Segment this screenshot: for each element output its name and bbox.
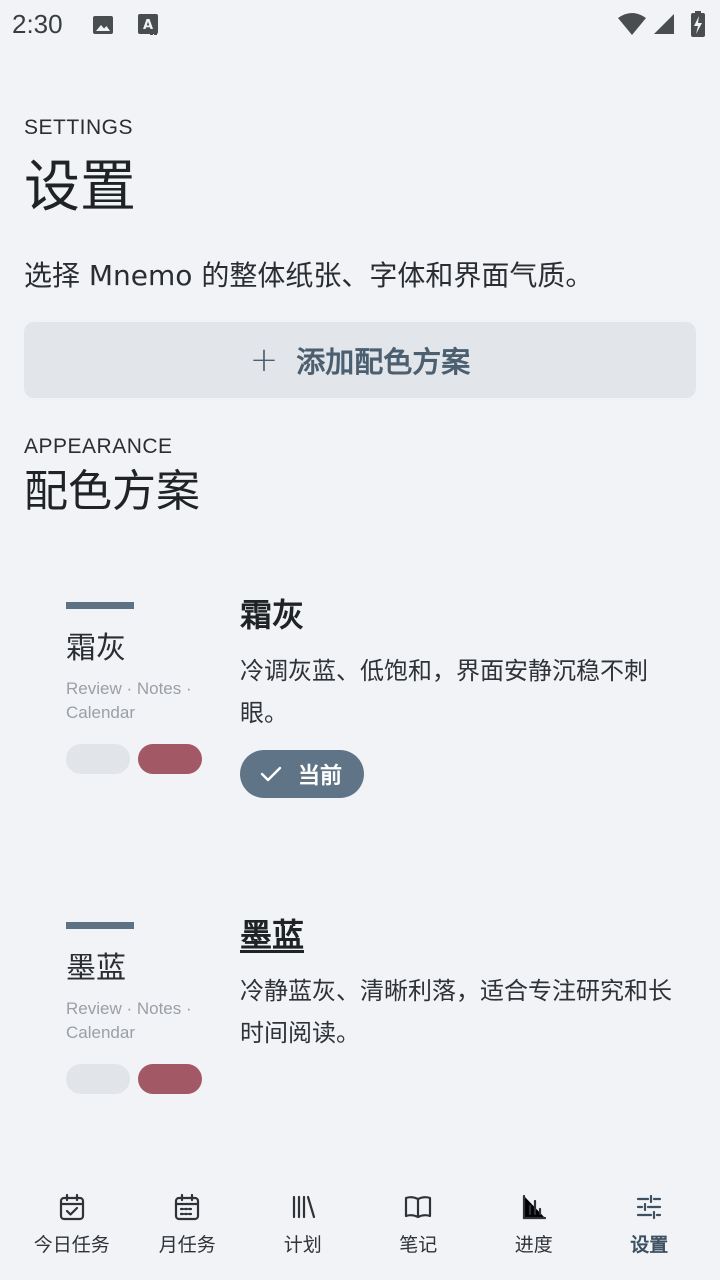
preview-name: 霜灰	[66, 631, 126, 666]
wifi-icon	[618, 13, 646, 35]
theme-card-frost-gray[interactable]: 霜灰 Review · Notes · Calendar 霜灰 冷调灰蓝、低饱和…	[0, 596, 720, 862]
text-a-icon: A	[138, 14, 158, 35]
preview-name: 墨蓝	[66, 951, 126, 986]
plus-icon: +	[249, 340, 279, 380]
bar-chart-icon	[522, 1194, 546, 1220]
preview-pills	[66, 1064, 202, 1094]
preview-pill-accent	[138, 1064, 202, 1094]
theme-description: 冷静蓝灰、清晰利落，适合专注研究和长时间阅读。	[240, 977, 672, 1047]
sliders-icon	[637, 1194, 662, 1220]
status-bar: 2:30 A	[0, 0, 720, 50]
nav-item-progress[interactable]: 进度	[476, 1180, 592, 1280]
add-color-scheme-button[interactable]: + 添加配色方案	[24, 322, 696, 398]
nav-label: 笔记	[399, 1234, 438, 1256]
theme-info: 霜灰 冷调灰蓝、低饱和，界面安静沉稳不刺眼。	[240, 596, 690, 734]
nav-label: 进度	[514, 1234, 553, 1256]
nav-item-settings[interactable]: 设置	[592, 1180, 708, 1280]
bottom-nav: 今日任务 月任务 计划 笔记 进度 设置	[0, 1180, 720, 1280]
section-title: 配色方案	[24, 466, 200, 517]
current-label: 当前	[298, 764, 343, 789]
library-icon	[292, 1195, 315, 1219]
battery-charging-icon	[691, 11, 705, 37]
nav-item-month-tasks[interactable]: 月任务	[130, 1180, 246, 1280]
add-color-scheme-label: 添加配色方案	[296, 345, 471, 379]
svg-text:A: A	[143, 18, 153, 33]
theme-name: 霜灰	[240, 596, 305, 634]
preview-pill-accent	[138, 744, 202, 774]
preview-tags: Review · Notes · Calendar	[66, 999, 192, 1042]
book-open-icon	[405, 1196, 432, 1219]
preview-accent-bar	[66, 602, 134, 609]
page-title: 设置	[24, 155, 136, 220]
theme-preview: 墨蓝 Review · Notes · Calendar	[66, 922, 216, 1045]
calendar-month-icon	[175, 1193, 200, 1221]
image-icon	[93, 16, 113, 34]
theme-name: 墨蓝	[240, 916, 305, 954]
nav-label: 今日任务	[33, 1234, 110, 1256]
nav-label: 计划	[283, 1234, 322, 1256]
settings-eyebrow: SETTINGS	[24, 116, 134, 139]
page-subtitle: 选择 Mnemo 的整体纸张、字体和界面气质。	[24, 259, 594, 292]
theme-info: 墨蓝 冷静蓝灰、清晰利落，适合专注研究和长时间阅读。	[240, 916, 690, 1054]
nav-item-today-tasks[interactable]: 今日任务	[14, 1180, 130, 1280]
preview-accent-bar	[66, 922, 134, 929]
theme-preview: 霜灰 Review · Notes · Calendar	[66, 602, 216, 725]
preview-tags: Review · Notes · Calendar	[66, 679, 192, 722]
nav-item-notes[interactable]: 笔记	[361, 1180, 477, 1280]
appearance-eyebrow: APPEARANCE	[24, 435, 173, 458]
preview-pills	[66, 744, 202, 774]
nav-item-plan[interactable]: 计划	[245, 1180, 361, 1280]
signal-icon	[654, 14, 674, 34]
check-icon	[260, 766, 282, 782]
preview-pill-light	[66, 744, 130, 774]
theme-card-ink-blue[interactable]: 墨蓝 Review · Notes · Calendar 墨蓝 冷静蓝灰、清晰利…	[0, 916, 720, 1182]
nav-label: 月任务	[158, 1234, 216, 1256]
calendar-check-icon	[59, 1193, 84, 1221]
nav-label: 设置	[630, 1234, 669, 1256]
status-time: 2:30	[12, 9, 63, 39]
preview-pill-light	[66, 1064, 130, 1094]
theme-description: 冷调灰蓝、低饱和，界面安静沉稳不刺眼。	[240, 657, 648, 727]
current-theme-chip[interactable]: 当前	[240, 750, 365, 798]
